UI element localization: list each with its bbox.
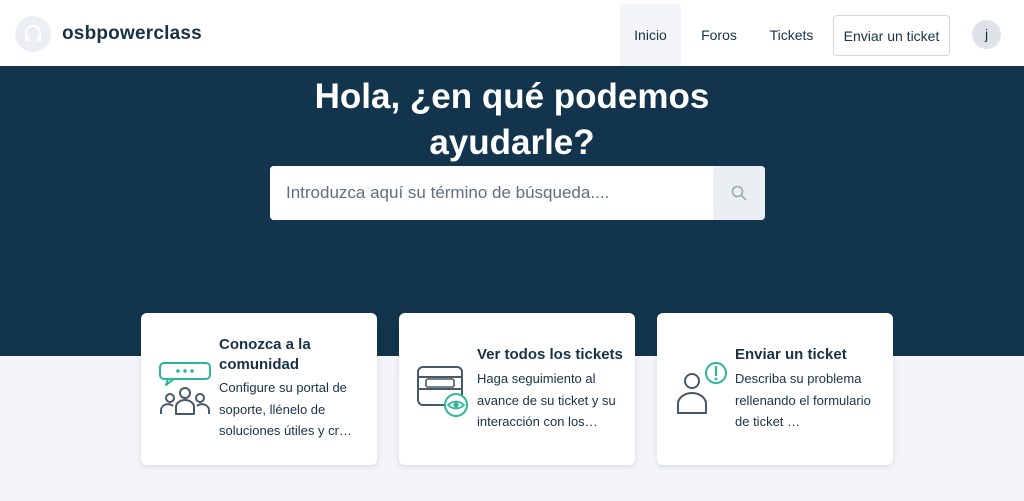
card-view-tickets[interactable]: Ver todos los tickets Haga seguimiento a… bbox=[399, 313, 635, 465]
nav-tab-inicio[interactable]: Inicio bbox=[620, 4, 681, 66]
headset-icon bbox=[25, 25, 41, 41]
card-submit-ticket[interactable]: Enviar un ticket Describa su problema re… bbox=[657, 313, 893, 465]
card-description: Configure su portal de soporte, llénelo … bbox=[219, 380, 352, 438]
card-title: Ver todos los tickets bbox=[477, 346, 623, 363]
search-icon bbox=[731, 185, 747, 201]
card-title: Conozca a la comunidad bbox=[219, 336, 311, 373]
view-tickets-icon bbox=[417, 366, 468, 417]
user-avatar[interactable]: j bbox=[972, 20, 1001, 49]
search-button[interactable] bbox=[713, 166, 765, 220]
nav-tab-tickets[interactable]: Tickets bbox=[758, 4, 825, 66]
search-box bbox=[270, 166, 765, 220]
search-input[interactable] bbox=[270, 166, 713, 220]
community-icon bbox=[159, 362, 211, 415]
portal-logo[interactable] bbox=[15, 16, 51, 52]
submit-ticket-button[interactable]: Enviar un ticket bbox=[833, 15, 950, 56]
portal-name[interactable]: osbpowerclass bbox=[62, 23, 202, 45]
card-title: Enviar un ticket bbox=[735, 346, 847, 363]
card-community[interactable]: Conozca a la comunidad Configure su port… bbox=[141, 313, 377, 465]
hero-title: Hola, ¿en qué podemos ayudarle? bbox=[314, 77, 710, 162]
card-description: Haga seguimiento al avance de su ticket … bbox=[477, 371, 616, 429]
nav-tab-foros[interactable]: Foros bbox=[690, 4, 748, 66]
card-description: Describa su problema rellenando el formu… bbox=[735, 371, 871, 429]
top-header: osbpowerclass Inicio Foros Tickets Envia… bbox=[0, 0, 1024, 66]
submit-ticket-icon bbox=[677, 362, 727, 414]
